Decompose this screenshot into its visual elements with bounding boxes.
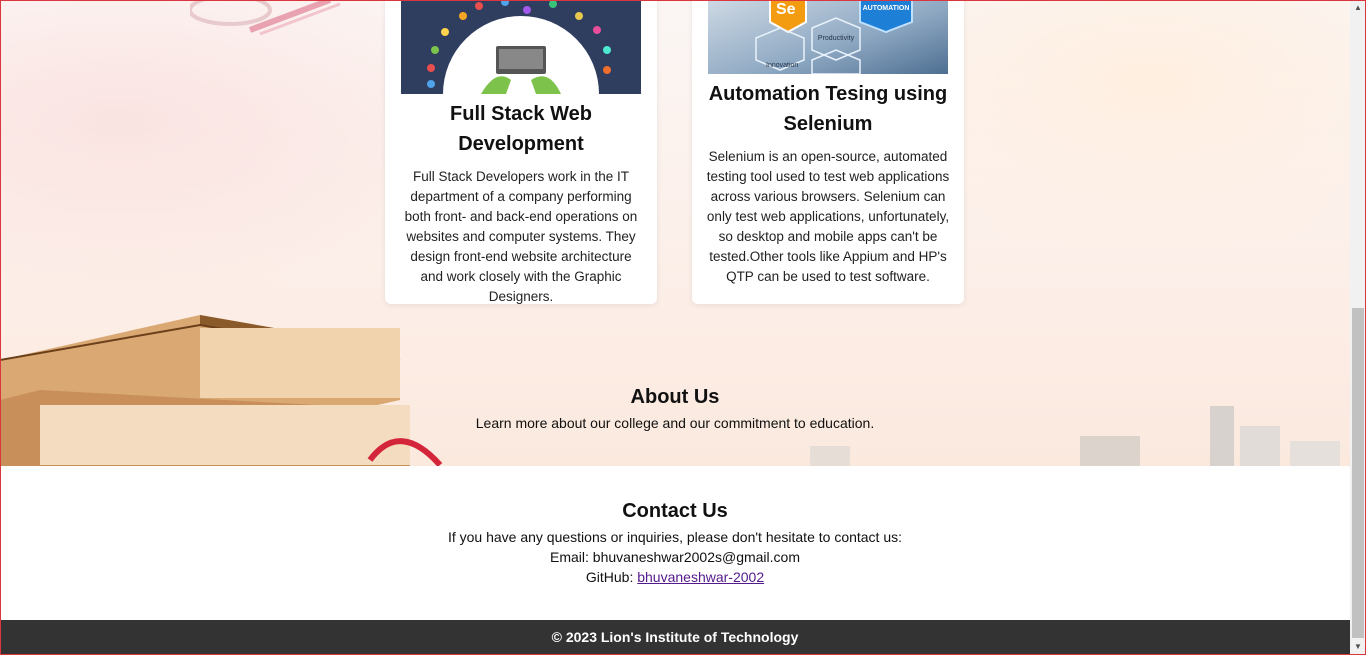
innovation-image-text: Innovation bbox=[766, 62, 799, 69]
course-card-full-stack[interactable]: Full Stack Web Development Full Stack De… bbox=[385, 0, 657, 304]
card-title: Automation Tesing using Selenium bbox=[708, 83, 948, 135]
page-footer: © 2023 Lion's Institute of Technology bbox=[0, 620, 1350, 655]
card-description: Full Stack Developers work in the IT dep… bbox=[404, 169, 638, 304]
automation-image-text: AUTOMATION bbox=[862, 5, 910, 12]
contact-github-line: GitHub: bhuvaneshwar-2002 bbox=[0, 569, 1350, 585]
github-label: GitHub: bbox=[585, 569, 634, 585]
page-viewport: Full Stack Web Development Full Stack De… bbox=[0, 0, 1350, 655]
productivity-image-text: Productivity bbox=[817, 35, 855, 42]
scrollbar-thumb[interactable] bbox=[1352, 308, 1364, 638]
card-description: Selenium is an open-source, automated te… bbox=[706, 149, 950, 284]
scroll-up-arrow-icon[interactable]: ▲ bbox=[1350, 0, 1366, 16]
course-card-selenium[interactable]: Se AUTOMATION Productivity Innovation Au… bbox=[692, 0, 964, 304]
hero-section: Full Stack Web Development Full Stack De… bbox=[0, 0, 1350, 466]
selenium-automation-image: Se AUTOMATION Productivity Innovation bbox=[708, 0, 948, 74]
email-label: Email: bbox=[549, 549, 589, 565]
books-illustration bbox=[0, 300, 470, 466]
github-link[interactable]: bhuvaneshwar-2002 bbox=[637, 569, 764, 585]
about-us-heading: About Us bbox=[630, 386, 720, 408]
pen-decoration bbox=[188, 0, 350, 50]
footer-copyright: © 2023 Lion's Institute of Technology bbox=[551, 629, 799, 645]
full-stack-image bbox=[401, 0, 641, 94]
vertical-scrollbar[interactable]: ▲ ▼ bbox=[1350, 0, 1366, 655]
email-address: bhuvaneshwar2002s@gmail.com bbox=[592, 549, 800, 565]
selenium-logo-text: Se bbox=[776, 1, 796, 18]
card-title: Full Stack Web Development bbox=[450, 103, 592, 155]
scroll-down-arrow-icon[interactable]: ▼ bbox=[1350, 639, 1366, 655]
contact-us-heading: Contact Us bbox=[622, 500, 728, 522]
about-us-text: Learn more about our college and our com… bbox=[475, 415, 875, 431]
contact-intro: If you have any questions or inquiries, … bbox=[447, 529, 903, 545]
contact-email-line: Email: bhuvaneshwar2002s@gmail.com bbox=[0, 549, 1350, 565]
